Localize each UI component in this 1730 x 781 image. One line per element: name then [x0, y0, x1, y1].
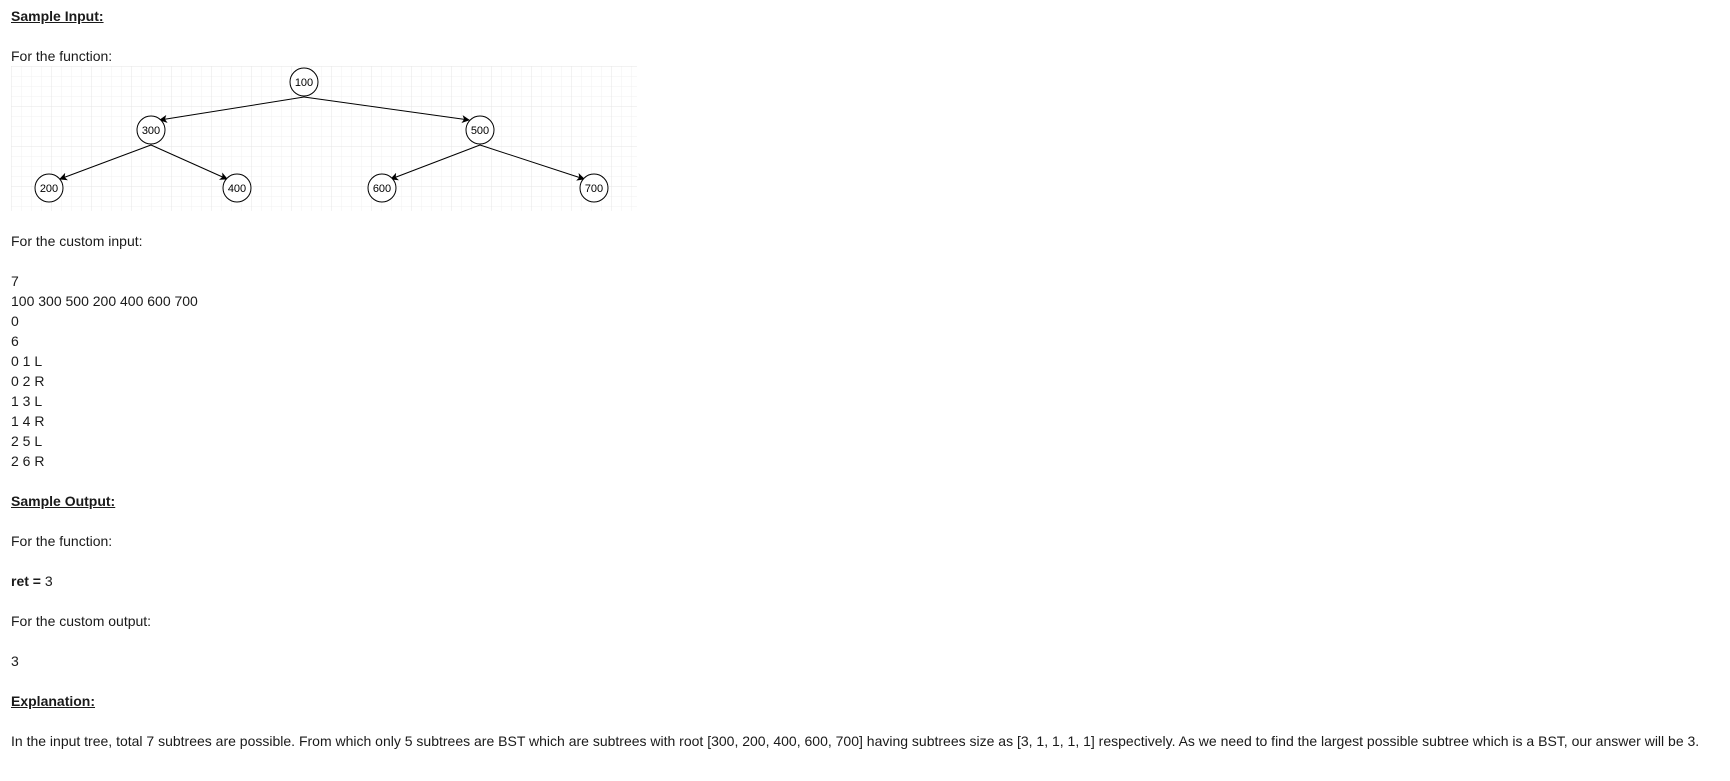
tree-node: 200 [34, 173, 64, 203]
input-line: 2 5 L [11, 433, 43, 449]
tree-node: 100 [289, 67, 319, 97]
node-label: 500 [471, 125, 489, 137]
node-label: 600 [373, 183, 391, 195]
custom-output-label: For the custom output: [11, 613, 152, 629]
tree-node: 500 [465, 115, 495, 145]
tree-svg: 100 300 500 200 400 600 700 [11, 66, 637, 211]
tree-node: 600 [367, 173, 397, 203]
output-function-label: For the function: [11, 533, 113, 549]
input-line: 0 1 L [11, 353, 43, 369]
tree-diagram: 100 300 500 200 400 600 700 [11, 66, 637, 211]
sample-output-heading: Sample Output: [11, 493, 116, 509]
tree-node: 400 [222, 173, 252, 203]
input-line: 1 3 L [11, 393, 43, 409]
ret-value: 3 [44, 573, 53, 589]
input-line: 0 2 R [11, 373, 45, 389]
sample-input-heading: Sample Input: [11, 8, 104, 24]
input-line: 6 [11, 333, 19, 349]
ret-line: ret = 3 [11, 571, 53, 591]
tree-node: 300 [136, 115, 166, 145]
node-label: 300 [142, 125, 160, 137]
input-line: 2 6 R [11, 453, 45, 469]
node-label: 200 [40, 183, 58, 195]
ret-label: ret = [11, 573, 41, 589]
explanation-text: In the input tree, total 7 subtrees are … [11, 733, 1700, 749]
input-line: 100 300 500 200 400 600 700 [11, 293, 198, 309]
custom-output-value: 3 [11, 653, 19, 669]
input-line: 7 [11, 273, 19, 289]
node-label: 700 [585, 183, 603, 195]
explanation-heading: Explanation: [11, 693, 96, 709]
input-line: 1 4 R [11, 413, 45, 429]
node-label: 400 [228, 183, 246, 195]
tree-node: 700 [579, 173, 609, 203]
input-line: 0 [11, 313, 19, 329]
diagram-grid [11, 66, 637, 211]
node-label: 100 [295, 77, 313, 89]
custom-input-label: For the custom input: [11, 233, 143, 249]
function-label: For the function: [11, 48, 113, 64]
